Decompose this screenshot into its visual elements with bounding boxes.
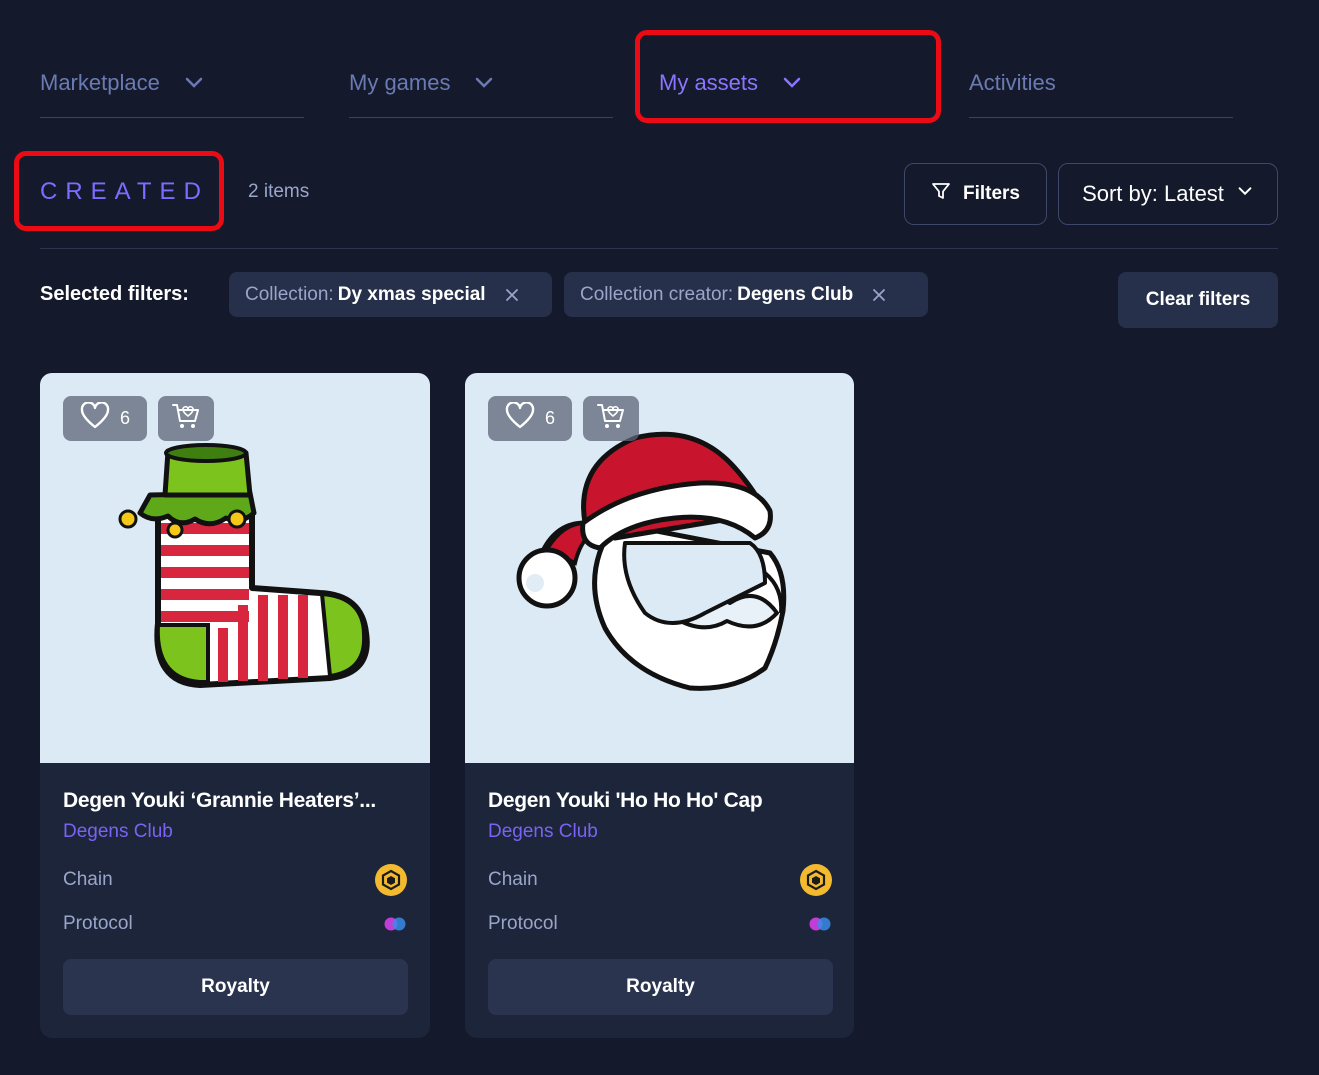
chain-label: Chain [488,869,538,890]
asset-card[interactable]: 6 Degen Youki 'Ho Ho Ho' Cap Degens Club… [465,373,854,1038]
chevron-down-icon [184,73,204,93]
asset-card-body: Degen Youki ‘Grannie Heaters’... Degens … [63,763,408,1015]
close-icon[interactable] [504,287,520,303]
filter-icon [931,181,951,207]
protocol-label: Protocol [63,913,133,934]
asset-card[interactable]: 6 Degen Youki ‘Grannie Heaters’... Degen… [40,373,430,1038]
close-icon[interactable] [871,287,887,303]
nav-tab-label: Activities [969,69,1056,95]
chevron-down-icon [1236,182,1254,206]
bnb-chain-icon [799,863,833,897]
section-title: CREATED [40,178,209,205]
nav-tab-marketplace[interactable]: Marketplace [40,60,304,118]
filter-chip-key: Collection: [245,283,334,305]
filters-button-label: Filters [962,183,1021,204]
asset-title[interactable]: Degen Youki ‘Grannie Heaters’... [63,789,408,813]
asset-creator-link[interactable]: Degens Club [488,821,833,843]
royalty-button[interactable]: Royalty [488,959,833,1015]
clear-filters-button[interactable]: Clear filters [1118,272,1278,328]
bnb-chain-icon [374,863,408,897]
asset-card-body: Degen Youki 'Ho Ho Ho' Cap Degens Club C… [488,763,833,1015]
royalty-button[interactable]: Royalty [63,959,408,1015]
protocol-label: Protocol [488,913,558,934]
heart-icon [505,401,535,435]
nav-tab-my-assets[interactable]: My assets [659,60,923,118]
cart-icon [171,401,201,436]
filters-button[interactable]: Filters [904,163,1047,225]
header-divider [40,248,1278,249]
filter-chip-value: Dy xmas special [337,283,486,305]
filter-chip-collection-creator: Collection creator: Degens Club [564,272,928,317]
chevron-down-icon [782,73,802,93]
nav-tab-label: Marketplace [40,69,160,95]
chain-label: Chain [63,869,113,890]
like-count: 6 [119,408,130,428]
chevron-down-icon [474,73,494,93]
protocol-row: Protocol [488,907,833,941]
item-count: 2 items [248,181,310,202]
protocol-row: Protocol [63,907,408,941]
filter-chip-collection: Collection: Dy xmas special [229,272,552,317]
filter-chip-value: Degens Club [737,283,854,305]
nav-tab-activities[interactable]: Activities [969,60,1233,118]
like-count: 6 [544,408,555,428]
filter-chip-key: Collection creator: [580,283,734,305]
nav-tab-label: My assets [659,70,759,95]
asset-title[interactable]: Degen Youki 'Ho Ho Ho' Cap [488,789,833,813]
like-button[interactable]: 6 [63,396,147,441]
asset-creator-link[interactable]: Degens Club [63,821,408,843]
cart-icon [596,401,626,436]
sort-dropdown-label: Sort by: Latest [1082,181,1224,206]
nav-tab-label: My games [349,69,451,95]
add-to-cart-button[interactable] [158,396,214,441]
protocol-icon [382,916,408,932]
sort-dropdown[interactable]: Sort by: Latest [1058,163,1278,225]
heart-icon [80,401,110,435]
chain-row: Chain [63,863,408,897]
like-button[interactable]: 6 [488,396,572,441]
protocol-icon [807,916,833,932]
chain-row: Chain [488,863,833,897]
selected-filters-label: Selected filters: [40,283,189,305]
nav-tab-my-games[interactable]: My games [349,60,613,118]
add-to-cart-button[interactable] [583,396,639,441]
